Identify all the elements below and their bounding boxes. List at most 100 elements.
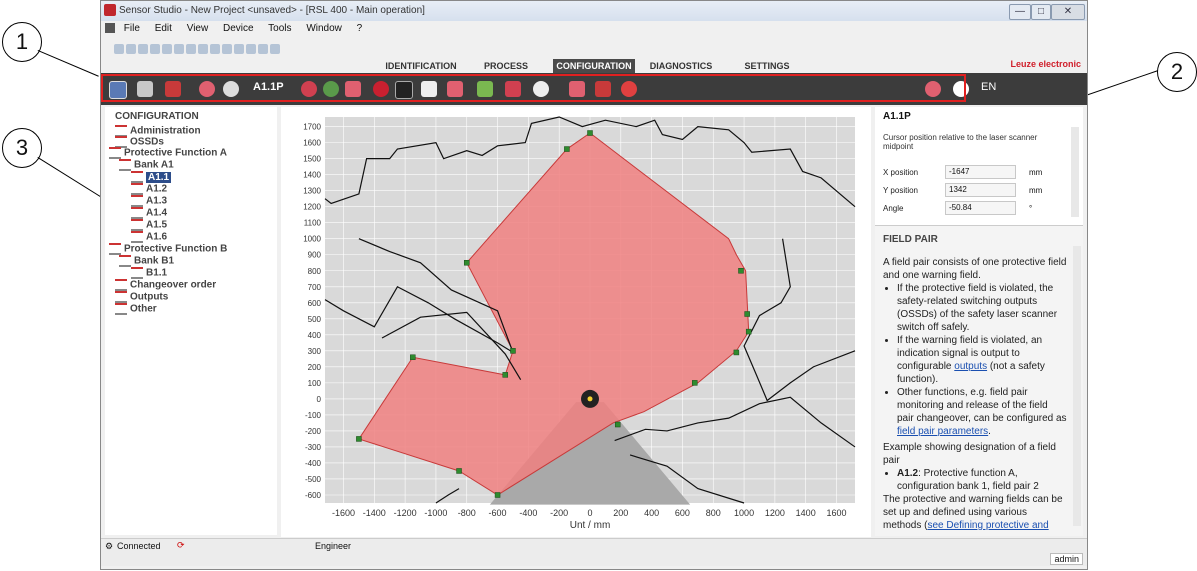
cursor-panel-note: Cursor position relative to the laser sc… — [883, 133, 1038, 151]
undo-icon[interactable] — [162, 44, 172, 54]
field-vertex — [692, 380, 698, 386]
x-tick-label: -400 — [519, 508, 537, 518]
download-icon[interactable] — [234, 44, 244, 54]
stop-icon[interactable] — [246, 44, 256, 54]
menu-edit[interactable]: Edit — [155, 23, 172, 34]
pause-icon[interactable] — [210, 44, 220, 54]
minimize-button[interactable]: — — [1009, 4, 1031, 20]
refresh-icon[interactable]: ⟳ — [177, 540, 185, 551]
copy-icon[interactable] — [186, 44, 196, 54]
callout-3: 3 — [2, 128, 42, 168]
y-tick-label: 1100 — [304, 219, 322, 228]
x-tick-label: 200 — [613, 508, 628, 518]
y-tick-label: 1300 — [303, 187, 321, 196]
tree-a1-6[interactable]: A1.6 — [131, 231, 167, 243]
app-icon — [104, 4, 116, 16]
y-position-label: Y position — [883, 186, 918, 195]
y-tick-label: 0 — [317, 395, 322, 404]
menu-view[interactable]: View — [187, 23, 209, 34]
y-unit: mm — [1029, 186, 1043, 195]
tree-bank-b1[interactable]: Bank B1 — [119, 255, 174, 267]
app-menu-icon[interactable] — [105, 23, 115, 34]
x-position-field: -1647 — [945, 165, 1016, 179]
help-scrollbar[interactable] — [1073, 246, 1081, 526]
help-example-item: A1.2: Protective function A, configurati… — [897, 467, 1067, 493]
tree-a1-3[interactable]: A1.3 — [131, 195, 167, 207]
y-tick-label: 700 — [308, 283, 322, 292]
x-tick-label: 1000 — [734, 508, 754, 518]
tab-configuration[interactable]: CONFIGURATION — [553, 59, 635, 73]
quick-access-toolbar — [113, 41, 281, 57]
help-title: FIELD PAIR — [883, 234, 938, 245]
menu-file[interactable]: File — [124, 23, 140, 34]
x-unit: mm — [1029, 168, 1043, 177]
print-icon[interactable] — [150, 44, 160, 54]
brand-logo: Leuze electronic — [1010, 59, 1081, 69]
play-icon[interactable] — [198, 44, 208, 54]
tree-b1-1[interactable]: B1.1 — [131, 267, 167, 279]
y-tick-label: 200 — [308, 363, 322, 372]
new-icon[interactable] — [114, 44, 124, 54]
x-tick-label: -1400 — [363, 508, 386, 518]
tool-icon[interactable] — [258, 44, 268, 54]
tree-title: CONFIGURATION — [115, 111, 199, 122]
info-icon[interactable] — [270, 44, 280, 54]
menu-tools[interactable]: Tools — [268, 23, 291, 34]
tree-other[interactable]: Other — [115, 303, 157, 315]
y-tick-label: 100 — [308, 379, 322, 388]
angle-field: -50.84 — [945, 201, 1016, 215]
y-tick-label: 300 — [308, 347, 322, 356]
tree-protective-function-b[interactable]: Protective Function B — [109, 243, 227, 255]
outputs-link[interactable]: outputs — [954, 361, 987, 372]
tree-changeover-order[interactable]: Changeover order — [115, 279, 216, 291]
help-example: Example showing designation of a field p… — [883, 442, 1056, 466]
tab-process[interactable]: PROCESS — [471, 59, 541, 73]
menu-window[interactable]: Window — [306, 23, 342, 34]
x-tick-label: -600 — [489, 508, 507, 518]
y-tick-label: 900 — [308, 251, 322, 260]
scanner-midpoint — [587, 396, 593, 402]
cursor-panel-scrollbar[interactable] — [1071, 127, 1079, 217]
upload-icon[interactable] — [222, 44, 232, 54]
language-selector[interactable]: EN — [981, 81, 996, 93]
y-tick-label: 1200 — [303, 203, 321, 212]
y-tick-label: -200 — [305, 427, 322, 436]
title-bar: Sensor Studio - New Project <unsaved> - … — [101, 1, 1087, 21]
field-pair-parameters-link[interactable]: field pair parameters — [897, 426, 988, 437]
tree-bank-a1[interactable]: Bank A1 — [119, 159, 174, 171]
x-tick-label: 1400 — [796, 508, 816, 518]
tab-settings[interactable]: SETTINGS — [737, 59, 797, 73]
field-vertex — [738, 268, 744, 274]
angle-label: Angle — [883, 204, 904, 213]
maximize-button[interactable]: □ — [1031, 4, 1051, 20]
tree-a1-5[interactable]: A1.5 — [131, 219, 167, 231]
tab-identification[interactable]: IDENTIFICATION — [376, 59, 466, 73]
field-vertex — [614, 421, 621, 428]
tree-a1-2[interactable]: A1.2 — [131, 183, 167, 195]
field-vertex — [587, 130, 593, 136]
save-icon[interactable] — [138, 44, 148, 54]
open-icon[interactable] — [126, 44, 136, 54]
field-plot[interactable]: -1600 -1400 -1200 -1000 -800 -600 -400 -200 0 200… — [281, 107, 871, 537]
defining-fields-link[interactable]: see Defining protective and — [927, 520, 1048, 531]
tree-outputs[interactable]: Outputs — [115, 291, 168, 303]
field-vertex — [456, 468, 462, 474]
main-tabs: IDENTIFICATION PROCESS CONFIGURATION DIA… — [101, 59, 1087, 73]
help-intro: A field pair consists of one protective … — [883, 257, 1067, 281]
tree-a1-1[interactable]: A1.1 — [131, 171, 172, 183]
x-axis-label: Unt / mm — [570, 520, 611, 531]
tree-a1-4[interactable]: A1.4 — [131, 207, 167, 219]
menu-help[interactable]: ? — [357, 23, 363, 34]
callout-1: 1 — [2, 22, 42, 62]
callout-1-leader — [37, 50, 99, 77]
tab-diagnostics[interactable]: DIAGNOSTICS — [641, 59, 721, 73]
redo-icon[interactable] — [174, 44, 184, 54]
x-tick-label: 1600 — [826, 508, 846, 518]
field-vertex — [356, 436, 362, 442]
menu-device[interactable]: Device — [223, 23, 254, 34]
y-tick-label: 1600 — [303, 139, 321, 148]
field-editor[interactable]: -1600 -1400 -1200 -1000 -800 -600 -400 -200 0 200… — [281, 107, 871, 537]
field-vertex — [463, 260, 470, 266]
close-button[interactable]: ✕ — [1051, 4, 1085, 20]
tree-protective-function-a[interactable]: Protective Function A — [109, 147, 227, 159]
